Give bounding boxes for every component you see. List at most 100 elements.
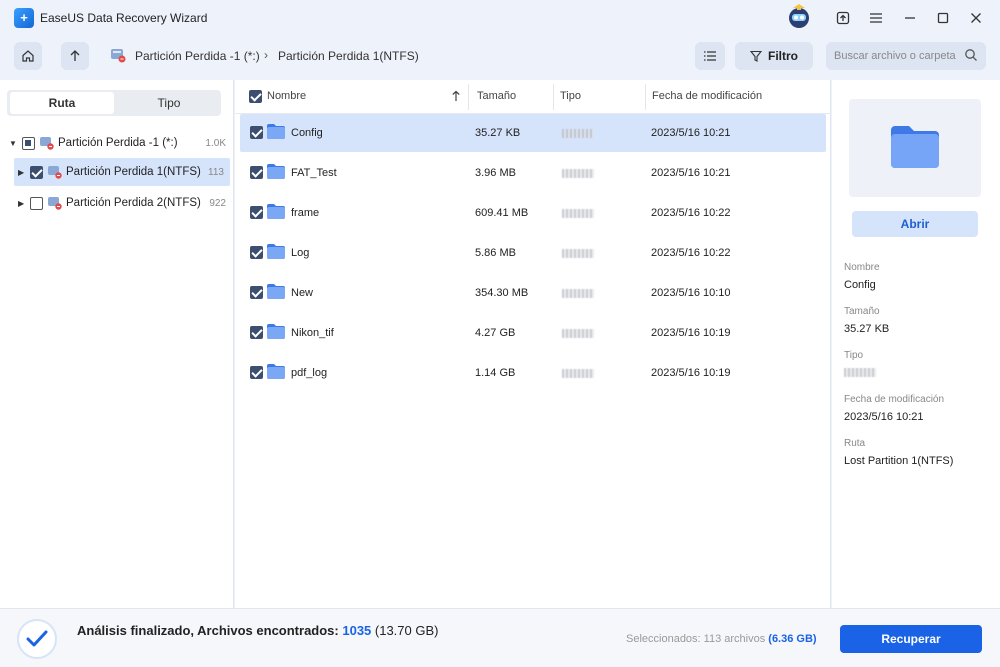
close-icon[interactable] [963, 6, 989, 30]
file-date: 2023/5/16 10:21 [651, 167, 731, 179]
search-input[interactable] [834, 48, 959, 64]
file-size: 4.27 GB [475, 327, 516, 339]
tree-item-label: Partición Perdida 1(NTFS) [66, 166, 201, 178]
breadcrumb-item[interactable]: Partición Perdida -1 (*:) [135, 49, 260, 63]
checkbox[interactable] [30, 165, 43, 179]
file-list: Nombre Tamaño Tipo Fecha de modificación… [235, 80, 831, 608]
file-type-blurred [562, 329, 594, 338]
select-all-checkbox[interactable] [249, 90, 262, 103]
folder-icon [267, 124, 285, 139]
home-button[interactable] [14, 42, 42, 70]
folder-icon [267, 284, 285, 299]
found-count: 1035 [342, 623, 372, 638]
menu-icon[interactable] [863, 6, 889, 30]
detail-name-label: Nombre [844, 262, 880, 273]
table-row[interactable]: frame 609.41 MB 2023/5/16 10:22 [240, 194, 826, 232]
tab-tipo[interactable]: Tipo [117, 92, 221, 114]
expand-triangle-icon[interactable]: ▼ [9, 139, 17, 148]
tree-item-label: Partición Perdida -1 (*:) [58, 137, 178, 149]
file-type-blurred [562, 289, 594, 298]
drive-icon [40, 137, 54, 150]
title-bar: + EaseUS Data Recovery Wizard [0, 0, 1000, 36]
sidebar-tabs: Ruta Tipo [7, 90, 221, 116]
file-type-blurred [562, 209, 594, 218]
search-icon[interactable] [964, 48, 978, 62]
file-size: 5.86 MB [475, 247, 516, 259]
file-name: FAT_Test [291, 167, 337, 179]
table-row[interactable]: Config 35.27 KB 2023/5/16 10:21 [240, 114, 826, 152]
table-row[interactable]: Log 5.86 MB 2023/5/16 10:22 [240, 234, 826, 272]
folder-icon [267, 324, 285, 339]
detail-path-label: Ruta [844, 438, 866, 449]
file-type-blurred [562, 129, 594, 138]
folder-icon [267, 364, 285, 379]
column-header-date[interactable]: Fecha de modificación [652, 90, 762, 102]
table-row[interactable]: FAT_Test 3.96 MB 2023/5/16 10:21 [240, 154, 826, 192]
recover-button[interactable]: Recuperar [840, 625, 982, 653]
file-date: 2023/5/16 10:21 [651, 127, 731, 139]
upload-icon[interactable] [830, 6, 856, 30]
selection-info: Seleccionados: 113 archivos (6.36 GB) [626, 633, 817, 645]
tree-item-partition-2[interactable]: ▶ Partición Perdida 2(NTFS) 922 [0, 189, 232, 217]
checkbox[interactable] [22, 136, 35, 150]
file-name: Config [291, 127, 323, 139]
row-checkbox[interactable] [250, 366, 263, 379]
table-row[interactable]: New 354.30 MB 2023/5/16 10:10 [240, 274, 826, 312]
list-view-button[interactable] [695, 42, 725, 70]
file-size: 1.14 GB [475, 367, 516, 379]
file-size: 354.30 MB [475, 287, 529, 299]
file-date: 2023/5/16 10:22 [651, 247, 731, 259]
search-box[interactable] [826, 42, 986, 70]
detail-path-value: Lost Partition 1(NTFS) [844, 455, 954, 467]
maximize-icon[interactable] [930, 6, 956, 30]
row-checkbox[interactable] [250, 126, 263, 139]
column-divider[interactable] [468, 84, 469, 110]
folder-icon [267, 244, 285, 259]
up-button[interactable] [61, 42, 89, 70]
scan-status: Análisis finalizado, Archivos encontrado… [77, 623, 438, 638]
mascot-icon[interactable] [784, 2, 814, 32]
file-date: 2023/5/16 10:22 [651, 207, 731, 219]
file-name: frame [291, 207, 320, 219]
detail-type-value-blurred [844, 368, 876, 377]
detail-size-label: Tamaño [844, 306, 880, 317]
minimize-icon[interactable] [897, 6, 923, 30]
check-circle-icon [17, 619, 57, 659]
open-button[interactable]: Abrir [852, 211, 978, 237]
row-checkbox[interactable] [250, 166, 263, 179]
tree-item-partition-1[interactable]: ▶ Partición Perdida 1(NTFS) 113 [14, 158, 230, 186]
column-divider[interactable] [553, 84, 554, 110]
expand-triangle-icon[interactable]: ▶ [18, 168, 24, 177]
scan-status-label: Análisis finalizado, Archivos encontrado… [77, 623, 343, 638]
checkbox[interactable] [30, 196, 43, 210]
tree-item-count: 113 [208, 166, 224, 178]
row-checkbox[interactable] [250, 326, 263, 339]
row-checkbox[interactable] [250, 286, 263, 299]
detail-type-label: Tipo [844, 350, 864, 361]
tree-item-partition-root[interactable]: ▼ Partición Perdida -1 (*:) 1.0K [0, 129, 232, 157]
file-type-blurred [562, 169, 594, 178]
breadcrumb-item[interactable]: Partición Perdida 1(NTFS) [278, 49, 419, 63]
sort-ascending-icon[interactable] [451, 90, 461, 102]
row-checkbox[interactable] [250, 206, 263, 219]
column-divider[interactable] [645, 84, 646, 110]
preview-area [849, 99, 981, 197]
table-row[interactable]: pdf_log 1.14 GB 2023/5/16 10:19 [240, 354, 826, 392]
row-checkbox[interactable] [250, 246, 263, 259]
file-size: 609.41 MB [475, 207, 529, 219]
column-header-type[interactable]: Tipo [560, 90, 581, 102]
file-date: 2023/5/16 10:19 [651, 327, 731, 339]
selection-size: (6.36 GB) [768, 633, 817, 645]
expand-triangle-icon[interactable]: ▶ [18, 199, 24, 208]
drive-icon [48, 197, 62, 210]
tab-ruta[interactable]: Ruta [10, 92, 114, 114]
file-name: New [291, 287, 314, 299]
filter-button[interactable]: Filtro [735, 42, 813, 70]
table-row[interactable]: Nikon_tif 4.27 GB 2023/5/16 10:19 [240, 314, 826, 352]
column-header-size[interactable]: Tamaño [477, 90, 516, 102]
tree-item-count: 922 [209, 197, 226, 209]
list-view-icon [704, 51, 716, 61]
filter-label: Filtro [768, 49, 798, 63]
sidebar: Ruta Tipo ▼ Partición Perdida -1 (*:) 1.… [0, 80, 234, 608]
column-header-name[interactable]: Nombre [267, 90, 306, 102]
